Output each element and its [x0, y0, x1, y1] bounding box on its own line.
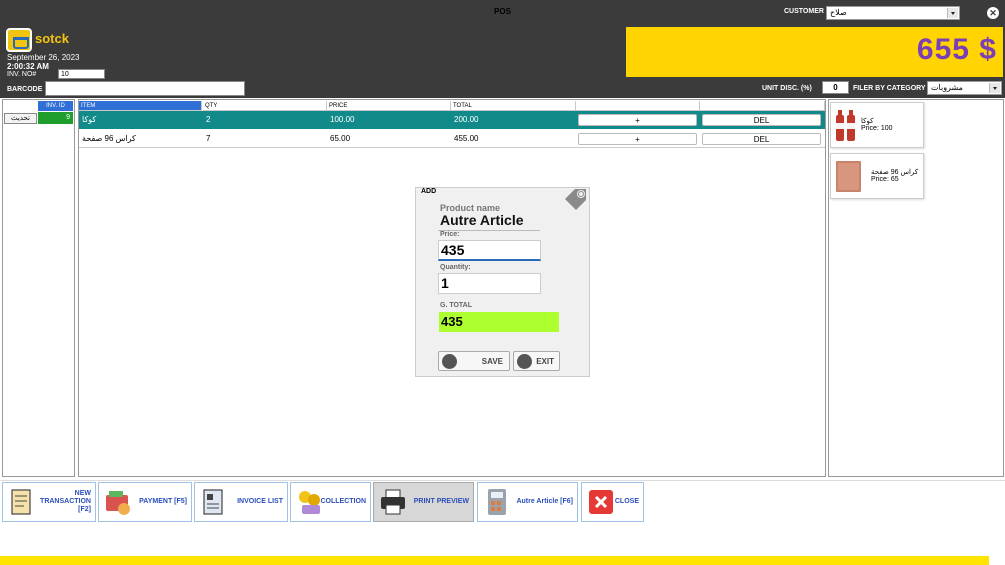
exit-button[interactable]: EXIT	[513, 351, 560, 371]
status-bar	[0, 556, 989, 565]
price-tag-icon	[565, 189, 586, 210]
exit-icon	[517, 354, 532, 369]
product-card[interactable]: كراس 96 صفحة Price: 65	[830, 153, 924, 199]
table-row[interactable]: كوكا 2 100.00 200.00 + DEL	[79, 111, 825, 129]
qty-cell[interactable]: 2	[203, 111, 327, 129]
customer-select[interactable]: صلاح	[826, 6, 960, 20]
invoice-list-panel	[2, 99, 75, 477]
autre-article-label: Autre Article [F6]	[516, 498, 573, 505]
table-row[interactable]: كراس 96 صفحة 7 65.00 455.00 + DEL	[79, 130, 825, 148]
customer-value: صلاح	[830, 8, 847, 17]
invoice-icon	[203, 489, 223, 515]
item-cell: كوكا	[82, 115, 97, 124]
close-window-icon[interactable]: ✕	[987, 7, 999, 19]
grand-total-label: G. TOTAL	[440, 302, 473, 309]
save-icon	[442, 354, 457, 369]
quantity-input[interactable]: 1	[438, 273, 541, 294]
delete-row-button[interactable]: DEL	[702, 133, 821, 145]
receipt-icon	[11, 489, 31, 515]
qty-cell[interactable]: 7	[203, 130, 327, 148]
save-label: SAVE	[481, 357, 503, 366]
printer-icon	[381, 489, 405, 515]
invoice-list-button[interactable]: INVOICE LIST	[194, 482, 288, 522]
price-input[interactable]: 435	[438, 240, 541, 261]
product-name-value: Autre Article	[440, 212, 524, 228]
total-display: 655 $	[626, 27, 1003, 77]
column-header-price[interactable]: PRICE	[327, 101, 451, 111]
close-icon	[589, 490, 613, 514]
category-filter-select[interactable]: مشروبات	[927, 81, 1002, 95]
quantity-label: Quantity:	[440, 264, 471, 271]
invoice-id-cell[interactable]: 9	[38, 112, 73, 124]
product-card[interactable]: كوكا Price: 100	[830, 102, 924, 148]
column-header-total[interactable]: TOTAL	[451, 101, 576, 111]
item-cell: كراس 96 صفحة	[82, 134, 136, 143]
column-header-add	[576, 101, 700, 111]
basket-logo-icon	[6, 28, 32, 52]
brand-name: sotck	[35, 31, 69, 46]
column-header-item[interactable]: ITEM	[79, 101, 202, 111]
barcode-input[interactable]	[45, 81, 245, 96]
total-cell: 455.00	[454, 134, 479, 143]
session-date: September 26, 2023	[7, 53, 80, 62]
autre-article-button[interactable]: Autre Article [F6]	[477, 482, 578, 522]
invoice-list-label: INVOICE LIST	[237, 498, 283, 505]
product-price: Price: 100	[861, 125, 893, 132]
increase-qty-button[interactable]: +	[578, 114, 697, 126]
chevron-down-icon[interactable]	[989, 83, 1000, 93]
payment-label: PAYMENT [F5]	[139, 498, 187, 505]
exit-label: EXIT	[536, 357, 554, 366]
category-filter-label: FILER BY CATEGORY	[853, 85, 926, 92]
column-header-delete	[700, 101, 825, 111]
cola-bottles-icon	[836, 110, 855, 141]
print-preview-button[interactable]: PRINT PREVIEW	[373, 482, 474, 522]
save-button[interactable]: SAVE	[438, 351, 510, 371]
dialog-title: ADD	[421, 188, 437, 195]
unit-discount-field[interactable]: 0	[822, 81, 849, 94]
increase-qty-button[interactable]: +	[578, 133, 697, 145]
close-label: CLOSE	[614, 498, 639, 505]
total-amount: 655 $	[916, 33, 997, 66]
new-transaction-button[interactable]: NEW TRANSACTION [F2]	[2, 482, 96, 522]
chevron-down-icon[interactable]	[947, 8, 958, 18]
price-cell: 65.00	[330, 134, 351, 143]
invoice-number-field[interactable]: 10	[58, 69, 105, 79]
unit-discount-label: UNIT DISC. (%)	[762, 85, 812, 92]
refresh-button[interactable]: تحديث	[4, 113, 37, 124]
barcode-label: BARCODE	[7, 86, 43, 93]
payment-button[interactable]: PAYMENT [F5]	[98, 482, 192, 522]
close-button[interactable]: CLOSE	[581, 482, 644, 522]
collection-button[interactable]: COLLECTION	[290, 482, 371, 522]
delete-row-button[interactable]: DEL	[702, 114, 821, 126]
product-price: Price: 65	[871, 176, 899, 183]
calculator-icon	[488, 489, 506, 515]
notebook-icon	[836, 161, 861, 192]
grand-total-value: 435	[439, 312, 559, 332]
column-header-qty[interactable]: QTY	[203, 101, 327, 111]
total-cell: 200.00	[454, 115, 479, 124]
product-name: كراس 96 صفحة	[871, 169, 919, 176]
product-name: كوكا	[861, 118, 874, 125]
wallet-icon	[106, 491, 130, 515]
price-cell: 100.00	[330, 115, 355, 124]
customer-label: CUSTOMER	[784, 8, 824, 15]
price-label: Price:	[440, 231, 460, 238]
invoice-number-label: INV. NO#	[7, 71, 37, 78]
category-filter-value: مشروبات	[931, 83, 963, 92]
invoice-id-header[interactable]: INV. ID	[38, 101, 73, 111]
new-transaction-label: NEW TRANSACTION [F2]	[40, 490, 91, 513]
print-preview-label: PRINT PREVIEW	[413, 498, 469, 505]
session-time: 2:00:32 AM	[7, 62, 49, 71]
collection-label: COLLECTION	[320, 498, 367, 505]
